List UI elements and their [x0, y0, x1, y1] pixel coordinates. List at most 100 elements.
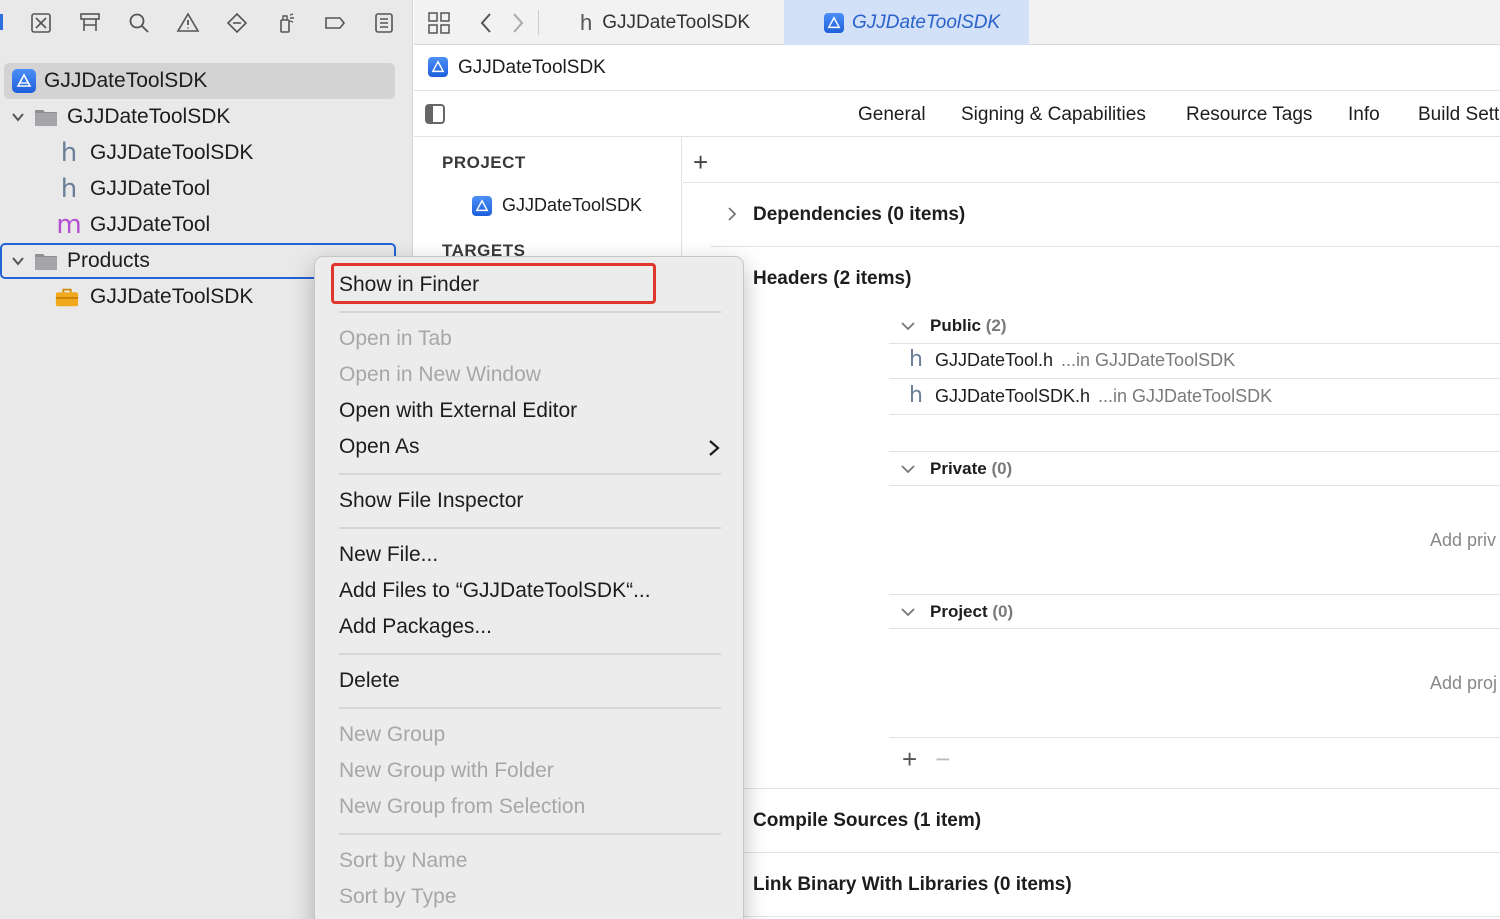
tree-item-file[interactable]: h GJJDateToolSDK [0, 135, 413, 171]
header-file-icon: h [909, 383, 923, 408]
header-file-icon: h [580, 9, 593, 35]
menu-separator [339, 311, 721, 313]
header-file-icon: h [60, 138, 78, 168]
group-project[interactable]: Project (0) [930, 602, 1013, 622]
file-name: GJJDateToolSDK.h [934, 385, 1091, 406]
breakpoint-icon[interactable] [320, 8, 350, 38]
source-control-icon[interactable] [26, 8, 56, 38]
add-private-hint: Add priv [1430, 530, 1497, 550]
tab-build-settings[interactable]: Build Sett [1418, 104, 1499, 126]
framework-toolbox-icon [55, 285, 79, 309]
tab-general[interactable]: General [858, 104, 926, 126]
add-header-button[interactable]: + [902, 744, 917, 774]
tree-item-label: GJJDateTool [90, 177, 211, 200]
breadcrumb[interactable]: GJJDateToolSDK [458, 57, 606, 79]
divider [889, 628, 1500, 629]
sidebar-toggle-icon[interactable] [425, 104, 445, 124]
divider [889, 485, 1500, 486]
menu-item-new-group[interactable]: New Group [339, 723, 445, 747]
issue-warning-icon[interactable] [173, 8, 203, 38]
menu-item-show-in-finder[interactable]: Show in Finder [339, 273, 479, 297]
group-label: Project [930, 602, 988, 621]
menu-separator [339, 527, 721, 529]
tree-item-group[interactable]: GJJDateToolSDK [0, 99, 413, 135]
menu-item-new-group-from-selection[interactable]: New Group from Selection [339, 795, 585, 819]
remove-header-button[interactable]: − [935, 744, 950, 774]
debug-spray-icon[interactable] [271, 8, 301, 38]
back-chevron-icon[interactable] [476, 8, 496, 38]
jump-bar: GJJDateToolSDK [414, 45, 1500, 91]
tree-item-label: Products [67, 249, 150, 272]
divider [711, 852, 1500, 853]
menu-item-add-packages[interactable]: Add Packages... [339, 615, 492, 639]
chevron-down-icon[interactable] [10, 253, 26, 269]
group-public[interactable]: Public (2) [930, 316, 1007, 336]
app-project-icon [12, 69, 36, 93]
phase-link-binary[interactable]: Link Binary With Libraries (0 items) [753, 874, 1072, 896]
tab-header-file[interactable]: h GJJDateToolSDK [564, 0, 784, 45]
tab-label: GJJDateToolSDK [602, 11, 751, 33]
test-diamond-icon[interactable] [222, 8, 252, 38]
chevron-right-icon[interactable] [725, 207, 739, 221]
tab-project-active[interactable]: GJJDateToolSDK [784, 0, 1029, 45]
header-file-row[interactable]: h GJJDateToolSDK.h ...in GJJDateToolSDK [909, 385, 1272, 407]
tree-item-label: GJJDateToolSDK [44, 69, 208, 92]
phase-headers[interactable]: Headers (2 items) [753, 268, 911, 290]
file-location: ...in GJJDateToolSDK [1061, 349, 1236, 370]
menu-item-open-as[interactable]: Open As [339, 435, 420, 459]
menu-item-delete[interactable]: Delete [339, 669, 400, 693]
group-label: Private [930, 459, 987, 478]
tree-item-file[interactable]: h GJJDateTool [0, 171, 413, 207]
divider [711, 788, 1500, 789]
menu-separator [339, 473, 721, 475]
tree-item-file[interactable]: m GJJDateTool [0, 207, 413, 243]
menu-item-open-with-external-editor[interactable]: Open with External Editor [339, 399, 577, 423]
group-count: (0) [992, 602, 1014, 621]
menu-separator [339, 653, 721, 655]
find-icon[interactable] [124, 8, 154, 38]
divider [711, 916, 1500, 917]
divider [889, 451, 1500, 452]
chevron-down-icon[interactable] [901, 462, 915, 476]
project-item-label: GJJDateToolSDK [502, 195, 643, 215]
project-list-item[interactable]: GJJDateToolSDK [472, 195, 642, 216]
forward-chevron-icon[interactable] [508, 8, 528, 38]
grid-icon[interactable] [426, 8, 452, 38]
menu-item-add-files[interactable]: Add Files to “GJJDateToolSDK“... [339, 579, 651, 603]
divider [889, 378, 1500, 379]
navigator-toolbar [0, 0, 413, 45]
menu-item-sort-by-type[interactable]: Sort by Type [339, 885, 457, 909]
app-project-icon [824, 12, 844, 33]
menu-item-open-in-new-window[interactable]: Open in New Window [339, 363, 541, 387]
menu-item-sort-by-name[interactable]: Sort by Name [339, 849, 467, 873]
chevron-down-icon[interactable] [901, 605, 915, 619]
app-project-icon [472, 195, 492, 216]
tab-info[interactable]: Info [1348, 104, 1380, 126]
symbol-hierarchy-icon[interactable] [75, 8, 105, 38]
tree-item-label: GJJDateToolSDK [90, 141, 254, 164]
tab-signing-capabilities[interactable]: Signing & Capabilities [961, 104, 1146, 126]
tree-item-label: GJJDateToolSDK [67, 105, 231, 128]
chevron-down-icon[interactable] [901, 319, 915, 333]
menu-item-open-in-tab[interactable]: Open in Tab [339, 327, 452, 351]
add-remove-controls: + − [902, 744, 968, 775]
tree-item-label: GJJDateToolSDK [90, 285, 254, 308]
report-icon[interactable] [369, 8, 399, 38]
tab-resource-tags[interactable]: Resource Tags [1186, 104, 1312, 126]
app-project-icon [428, 57, 448, 77]
menu-item-new-file[interactable]: New File... [339, 543, 438, 567]
add-build-phase-button[interactable]: + [693, 147, 708, 178]
menu-item-show-file-inspector[interactable]: Show File Inspector [339, 489, 523, 513]
chevron-down-icon[interactable] [10, 109, 26, 125]
menu-separator [339, 707, 721, 709]
tree-item-label: GJJDateTool [90, 213, 211, 236]
header-file-row[interactable]: h GJJDateTool.h ...in GJJDateToolSDK [909, 349, 1235, 371]
phase-dependencies[interactable]: Dependencies (0 items) [753, 204, 965, 226]
phase-compile-sources[interactable]: Compile Sources (1 item) [753, 810, 981, 832]
editor-settings-tabs: General Signing & Capabilities Resource … [414, 91, 1500, 137]
menu-separator [339, 833, 721, 835]
editor-tab-bar: h GJJDateToolSDK GJJDateToolSDK [414, 0, 1500, 45]
tree-item-project[interactable]: GJJDateToolSDK [4, 63, 395, 99]
group-private[interactable]: Private (0) [930, 459, 1012, 479]
menu-item-new-group-with-folder[interactable]: New Group with Folder [339, 759, 554, 783]
